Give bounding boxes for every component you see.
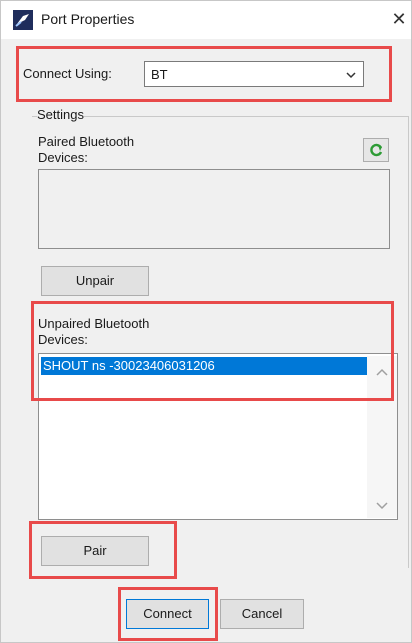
connect-button-label: Connect [143,606,192,621]
port-properties-window: Port Properties ✕ Connect Using: BT Sett… [0,0,412,643]
pair-button[interactable]: Pair [41,536,149,566]
unpair-button[interactable]: Unpair [41,266,149,296]
unpaired-devices-label-line1: Unpaired Bluetooth [38,316,150,331]
chevron-down-icon[interactable] [367,496,397,516]
close-icon: ✕ [391,9,407,29]
unpaired-devices-list[interactable] [38,353,398,520]
connect-using-value: BT [151,67,168,82]
pair-button-label: Pair [83,543,107,558]
refresh-icon [370,143,383,157]
unpair-button-label: Unpair [75,273,115,288]
chevron-down-icon [346,72,356,79]
settings-group-label: Settings [37,107,84,122]
window-title: Port Properties [41,11,135,27]
list-item[interactable]: SHOUT ns -30023406031206 [41,357,367,375]
connect-using-dropdown[interactable]: BT [144,61,364,87]
paired-devices-label-line1: Paired Bluetooth [38,134,135,149]
close-button[interactable]: ✕ [389,7,409,31]
connect-button[interactable]: Connect [126,599,209,629]
refresh-button[interactable] [363,138,389,162]
port-app-icon [13,10,33,30]
unpaired-device-name: SHOUT ns -30023406031206 [43,358,215,373]
cancel-button-label: Cancel [241,606,283,621]
paired-devices-label-line2: Devices: [38,150,88,165]
connect-using-label: Connect Using: [23,66,112,81]
chevron-up-icon[interactable] [367,362,397,382]
unpaired-devices-scrollbar[interactable] [367,356,397,518]
cancel-button[interactable]: Cancel [220,599,304,629]
paired-devices-list[interactable] [38,169,390,249]
title-bar[interactable]: Port Properties ✕ [1,1,411,39]
unpaired-devices-label-line2: Devices: [38,332,88,347]
